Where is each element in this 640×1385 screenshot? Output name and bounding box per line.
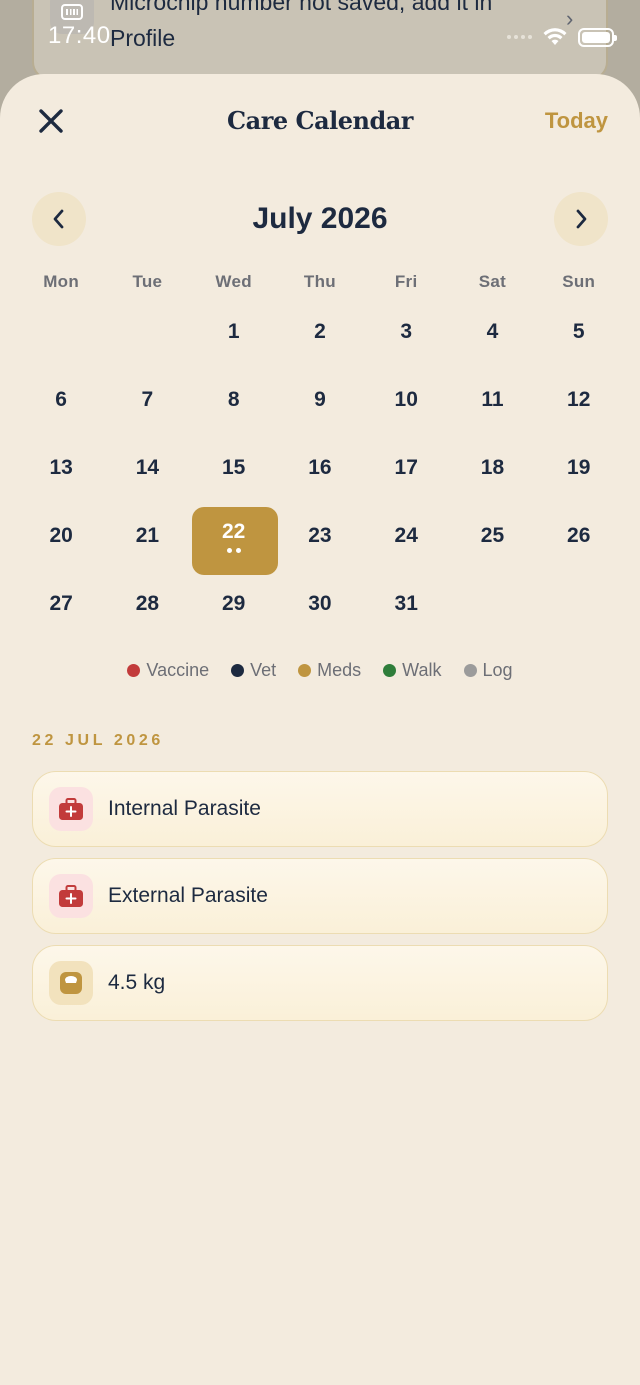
battery-icon xyxy=(578,27,617,47)
event-item[interactable]: Internal Parasite xyxy=(32,771,608,847)
legend-item-vet: Vet xyxy=(231,660,276,681)
calendar-day[interactable]: 31 xyxy=(363,570,449,638)
calendar-week: 27 28 29 30 31 xyxy=(18,570,622,638)
calendar-day[interactable]: 1 xyxy=(191,298,277,366)
selected-date-heading: 22 JUL 2026 xyxy=(32,732,164,749)
calendar-day[interactable]: 12 xyxy=(536,366,622,434)
weekday-label: Thu xyxy=(303,272,336,291)
calendar-day[interactable]: 8 xyxy=(191,366,277,434)
legend-dot xyxy=(463,664,477,677)
calendar-day[interactable]: 30 xyxy=(277,570,363,638)
calendar-day[interactable]: 20 xyxy=(18,502,104,570)
calendar-day[interactable]: 19 xyxy=(536,434,622,502)
event-item[interactable]: External Parasite xyxy=(32,858,608,934)
calendar-day[interactable]: 18 xyxy=(449,434,535,502)
calendar-day[interactable]: 2 xyxy=(277,298,363,366)
event-legend: Vaccine Vet Meds Walk Log xyxy=(0,660,640,681)
calendar-day[interactable]: 26 xyxy=(536,502,622,570)
event-label: 4.5 kg xyxy=(108,971,166,994)
calendar-day-empty xyxy=(18,298,104,366)
calendar-day[interactable]: 29 xyxy=(191,570,277,638)
first-aid-kit-icon xyxy=(49,787,93,831)
weight-scale-icon xyxy=(49,961,93,1005)
calendar-day[interactable]: 27 xyxy=(18,570,104,638)
calendar-day[interactable]: 11 xyxy=(449,366,535,434)
notice-line-2: Profile xyxy=(110,25,176,51)
calendar-day[interactable]: 16 xyxy=(277,434,363,502)
weekday-header: Mon Tue Wed Thu Fri Sat Sun xyxy=(18,272,622,292)
chevron-right-icon xyxy=(576,209,587,229)
month-label: July 2026 xyxy=(252,202,388,235)
legend-label: Walk xyxy=(402,660,442,680)
calendar-grid: 1 2 3 4 5 6 7 8 9 10 11 12 13 14 15 16 1… xyxy=(18,298,622,638)
weekday-label: Sun xyxy=(562,272,596,291)
legend-label: Vet xyxy=(250,660,277,680)
cellular-signal-icon xyxy=(507,35,532,39)
calendar-day[interactable]: 9 xyxy=(277,366,363,434)
calendar-day-selected[interactable]: 22 xyxy=(191,502,278,575)
wifi-icon xyxy=(543,28,567,45)
legend-label: Log xyxy=(482,660,513,680)
calendar-day[interactable]: 13 xyxy=(18,434,104,502)
calendar-day[interactable]: 10 xyxy=(363,366,449,434)
legend-item-meds: Meds xyxy=(298,660,361,681)
calendar-day[interactable]: 28 xyxy=(104,570,190,638)
calendar-day[interactable]: 7 xyxy=(104,366,190,434)
calendar-day[interactable]: 24 xyxy=(363,502,449,570)
legend-item-walk: Walk xyxy=(383,660,442,681)
event-label: External Parasite xyxy=(108,884,268,907)
calendar-week: 1 2 3 4 5 xyxy=(18,298,622,366)
status-icons xyxy=(507,27,617,47)
calendar-day[interactable]: 14 xyxy=(104,434,190,502)
legend-dot xyxy=(127,664,141,677)
calendar-day[interactable]: 5 xyxy=(536,298,622,366)
legend-item-log: Log xyxy=(463,660,513,681)
weekday-label: Wed xyxy=(215,272,252,291)
calendar-day-empty xyxy=(536,570,622,638)
next-month-button[interactable] xyxy=(554,192,608,246)
event-list: Internal Parasite External Parasite 4.5 … xyxy=(32,771,608,1032)
weekday-label: Mon xyxy=(43,272,80,291)
legend-dot xyxy=(383,664,397,677)
selected-day-number: 22 xyxy=(221,520,246,543)
event-dots-indicator xyxy=(191,548,277,553)
calendar-day[interactable]: 25 xyxy=(449,502,535,570)
legend-label: Vaccine xyxy=(146,660,210,680)
calendar-day-empty xyxy=(104,298,190,366)
status-time: 17:40 xyxy=(48,22,111,49)
calendar-week: 13 14 15 16 17 18 19 xyxy=(18,434,622,502)
calendar-day[interactable]: 21 xyxy=(104,502,190,570)
calendar-day[interactable]: 23 xyxy=(277,502,363,570)
today-button[interactable]: Today xyxy=(545,108,608,134)
legend-label: Meds xyxy=(317,660,362,680)
first-aid-kit-icon xyxy=(49,874,93,918)
calendar-day[interactable]: 3 xyxy=(363,298,449,366)
legend-dot xyxy=(298,664,312,677)
legend-item-vaccine: Vaccine xyxy=(127,660,209,681)
calendar-day[interactable]: 17 xyxy=(363,434,449,502)
weekday-label: Fri xyxy=(394,272,418,291)
calendar-day[interactable]: 4 xyxy=(449,298,535,366)
event-item[interactable]: 4.5 kg xyxy=(32,945,608,1021)
calendar-day[interactable]: 15 xyxy=(191,434,277,502)
weekday-label: Sat xyxy=(478,272,507,291)
event-label: Internal Parasite xyxy=(108,797,261,820)
calendar-week: 6 7 8 9 10 11 12 xyxy=(18,366,622,434)
weekday-label: Tue xyxy=(132,272,163,291)
care-calendar-sheet: Care Calendar Today July 2026 Mon Tue We… xyxy=(0,74,640,1385)
calendar-week: 20 21 22 23 24 25 26 xyxy=(18,502,622,575)
notice-line-1: Microchip number not saved, add it in xyxy=(110,0,493,15)
calendar-day[interactable]: 6 xyxy=(18,366,104,434)
legend-dot xyxy=(231,664,245,677)
calendar-day-empty xyxy=(449,570,535,638)
sheet-header: Care Calendar Today xyxy=(0,74,640,168)
